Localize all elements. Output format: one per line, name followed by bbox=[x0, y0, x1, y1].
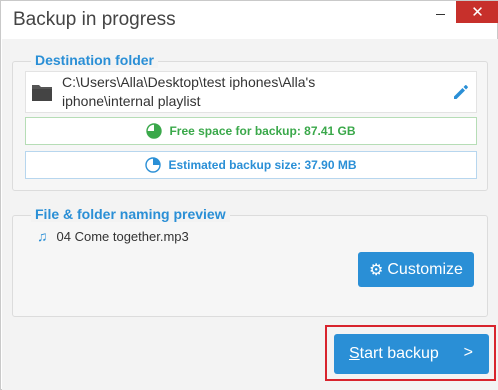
pie-chart-icon bbox=[146, 123, 163, 139]
minimize-icon bbox=[435, 13, 445, 15]
window-title: Backup in progress bbox=[13, 9, 176, 30]
gear-icon: ⚙ bbox=[369, 261, 384, 279]
customize-label: Customize bbox=[387, 260, 463, 278]
title-bar: Backup in progress ✕ bbox=[1, 1, 498, 39]
free-space-label: Free space for backup: 87.41 GB bbox=[169, 124, 356, 138]
music-note-icon: ♫ bbox=[37, 228, 48, 244]
edit-pencil-icon[interactable] bbox=[451, 82, 471, 102]
destination-heading: Destination folder bbox=[31, 52, 159, 68]
close-button[interactable]: ✕ bbox=[456, 1, 498, 23]
estimated-size-info: Estimated backup size: 37.90 MB bbox=[25, 151, 477, 179]
estimated-size-label: Estimated backup size: 37.90 MB bbox=[168, 158, 357, 172]
preview-file: ♫ 04 Come together.mp3 bbox=[37, 228, 189, 244]
minimize-button[interactable] bbox=[425, 1, 455, 23]
preview-file-name: 04 Come together.mp3 bbox=[56, 228, 189, 244]
pie-chart-icon bbox=[145, 157, 162, 173]
backup-window: Backup in progress ✕ Destination folder … bbox=[0, 0, 498, 390]
folder-icon bbox=[32, 85, 52, 101]
destination-path: C:\Users\Alla\Desktop\test iphones\Alla'… bbox=[62, 73, 442, 111]
path-line-2: iphone\internal playlist bbox=[62, 93, 201, 109]
free-space-info: Free space for backup: 87.41 GB bbox=[25, 117, 477, 145]
customize-button[interactable]: ⚙ Customize bbox=[358, 252, 474, 287]
chevron-right-icon: > bbox=[463, 344, 473, 361]
start-backup-button[interactable]: Start backup > bbox=[334, 334, 489, 374]
naming-preview-heading: File & folder naming preview bbox=[31, 206, 230, 222]
close-icon: ✕ bbox=[471, 4, 484, 21]
start-backup-label: Start backup bbox=[349, 345, 439, 362]
destination-path-box: C:\Users\Alla\Desktop\test iphones\Alla'… bbox=[25, 71, 477, 113]
path-line-1: C:\Users\Alla\Desktop\test iphones\Alla'… bbox=[62, 74, 316, 90]
